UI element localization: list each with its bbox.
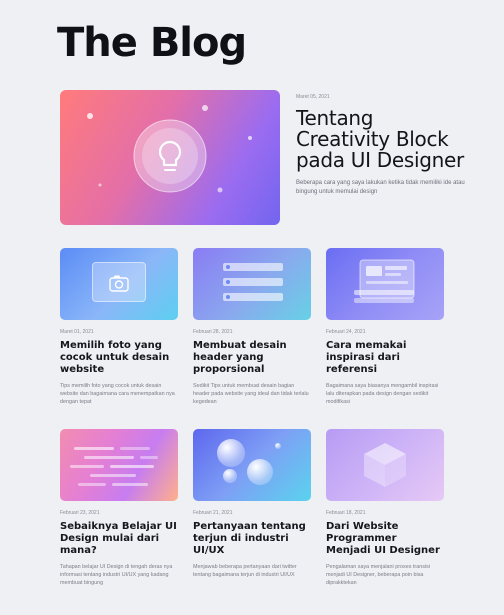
post-card[interactable]: Maret 01, 2021 Memilih foto yang cocok u…	[60, 248, 178, 406]
post-description: Bagaimana saya biasanya mengambil inspir…	[326, 383, 439, 405]
post-title[interactable]: Cara memakai inspirasi dari referensi	[326, 340, 444, 376]
post-thumbnail[interactable]	[60, 429, 178, 501]
featured-description: Beberapa cara yang saya lakukan ketika t…	[296, 180, 465, 195]
post-description: Tahapan belajar UI Design di tengah dera…	[60, 564, 173, 586]
post-date: Februari 28, 2021	[193, 329, 233, 335]
post-date: Februari 18, 2021	[326, 510, 366, 516]
post-description: Sedikit Tips untuk membuat desain bagian…	[193, 383, 309, 405]
featured-post-image[interactable]	[60, 90, 280, 225]
post-thumbnail[interactable]	[193, 248, 311, 320]
lightbulb-icon	[87, 105, 252, 193]
cube-icon	[364, 443, 406, 487]
post-card[interactable]: Februari 23, 2021 Sebaiknya Belajar UI D…	[60, 429, 178, 587]
post-title[interactable]: Pertanyaan tentang terjun di industri UI…	[193, 521, 311, 557]
post-card[interactable]: Februari 28, 2021 Membuat desain header …	[193, 248, 311, 406]
post-thumbnail[interactable]	[326, 429, 444, 501]
camera-icon	[109, 275, 129, 292]
post-thumbnail[interactable]	[326, 248, 444, 320]
post-title[interactable]: Memilih foto yang cocok untuk desain web…	[60, 340, 178, 376]
post-card[interactable]: Februari 21, 2021 Pertanyaan tentang ter…	[193, 429, 311, 579]
layout-icon	[354, 259, 415, 303]
post-description: Tips memilih foto yang cocok untuk desai…	[60, 383, 175, 405]
post-thumbnail[interactable]	[60, 248, 178, 320]
post-card[interactable]: Februari 24, 2021 Cara memakai inspirasi…	[326, 248, 444, 406]
post-title[interactable]: Membuat desain header yang proporsional	[193, 340, 311, 376]
post-date: Februari 23, 2021	[60, 510, 100, 516]
speed-lines-icon	[70, 447, 158, 486]
post-title[interactable]: Dari Website Programmer Menjadi UI Desig…	[326, 521, 444, 557]
post-card[interactable]: Februari 18, 2021 Dari Website Programme…	[326, 429, 444, 587]
post-date: Februari 24, 2021	[326, 329, 366, 335]
header-bars-icon	[223, 263, 283, 301]
post-description: Pengalaman saya menjalani proses transis…	[326, 564, 430, 586]
post-date: Maret 01, 2021	[60, 329, 94, 335]
page-title: The Blog	[57, 20, 247, 66]
featured-post[interactable]: Maret 05, 2021 Tentang Creativity Block …	[296, 94, 466, 197]
post-thumbnail[interactable]	[193, 429, 311, 501]
post-description: Menjawab beberapa pertanyaan dari twitte…	[193, 564, 297, 578]
featured-title[interactable]: Tentang Creativity Block pada UI Designe…	[296, 108, 466, 171]
post-date: Februari 21, 2021	[193, 510, 233, 516]
post-title[interactable]: Sebaiknya Belajar UI Design mulai dari m…	[60, 521, 178, 557]
featured-date: Maret 05, 2021	[296, 94, 330, 100]
